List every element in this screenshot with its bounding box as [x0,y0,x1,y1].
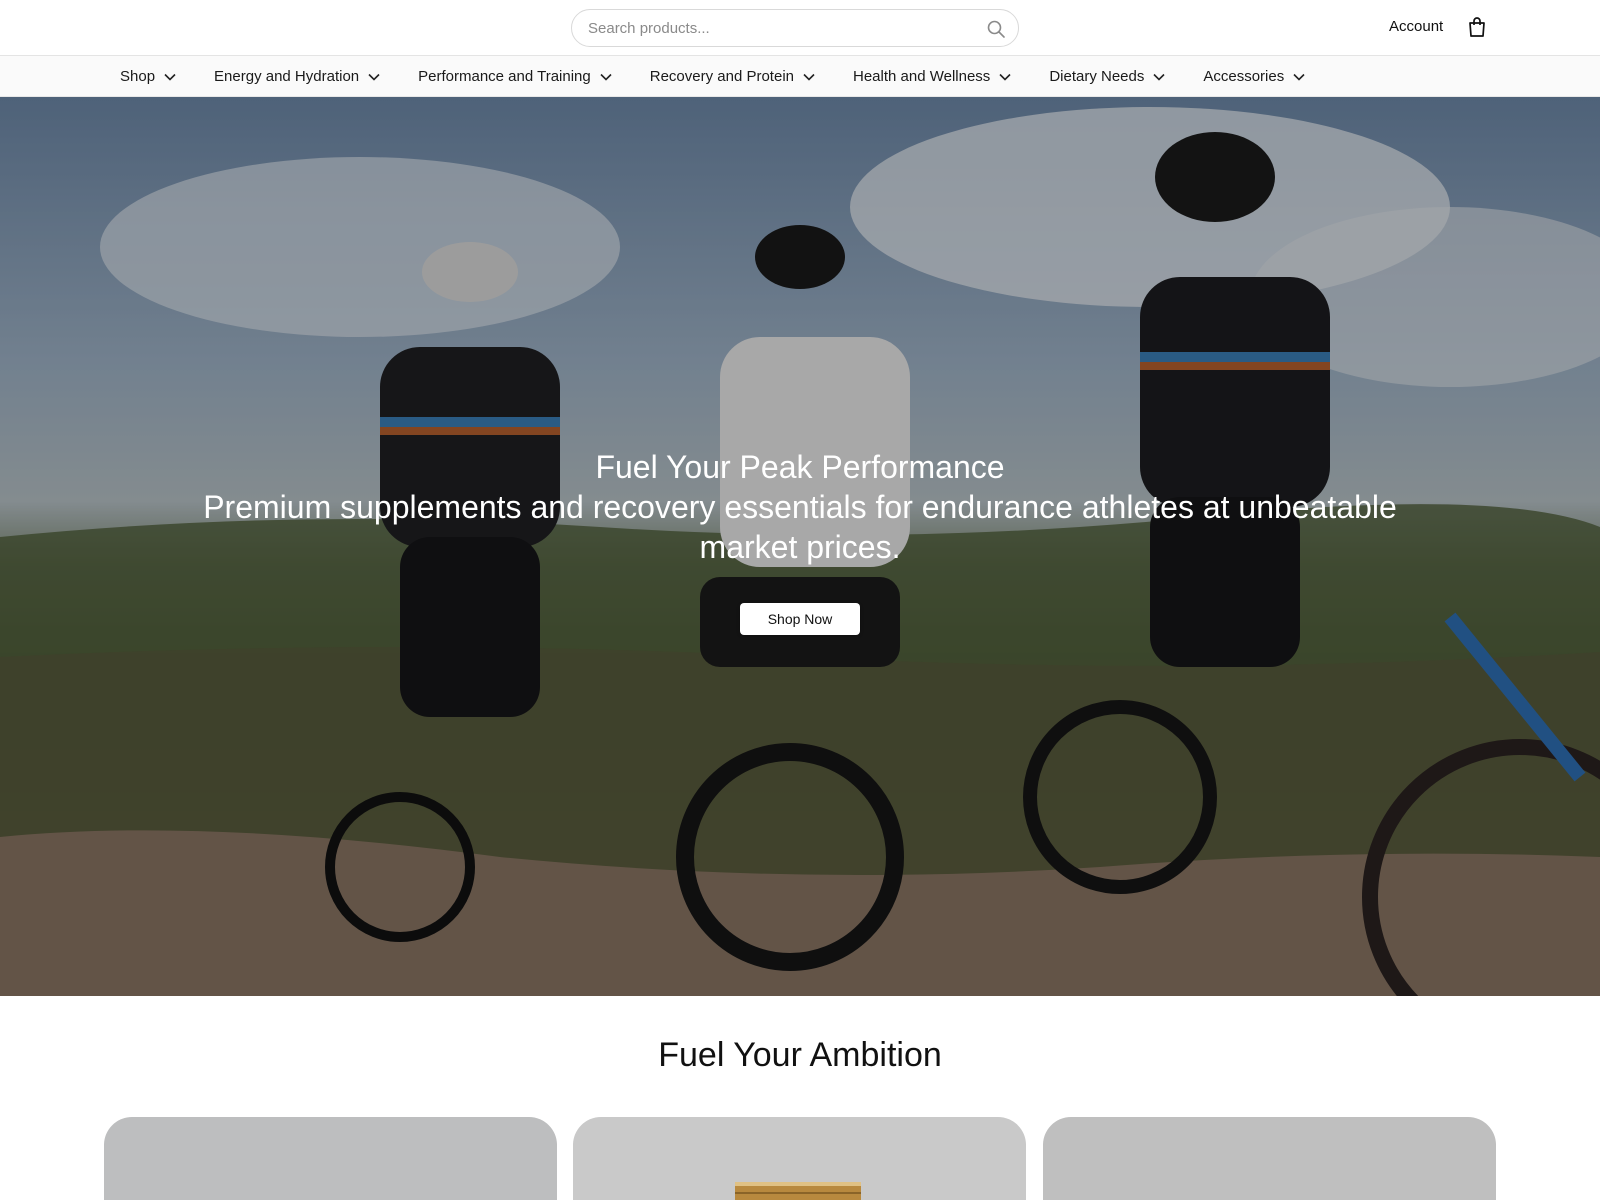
search-box[interactable] [571,9,1019,47]
section-title: Fuel Your Ambition [658,1036,942,1074]
nav-item-health-wellness[interactable]: Health and Wellness [853,68,1011,85]
product-card[interactable] [104,1117,557,1200]
hero-text: Fuel Your Peak Performance Premium suppl… [0,447,1600,567]
search-input[interactable] [588,10,968,46]
nav-item-shop[interactable]: Shop [120,68,176,85]
chevron-down-icon [803,73,815,81]
chevron-down-icon [1293,73,1305,81]
nav-item-label: Performance and Training [418,68,591,85]
nav-item-label: Health and Wellness [853,68,991,85]
category-nav: Shop Energy and Hydration Performance an… [0,56,1600,97]
chevron-down-icon [1153,73,1165,81]
nav-item-label: Accessories [1203,68,1285,85]
hero-banner: Fuel Your Peak Performance Premium suppl… [0,97,1600,996]
hero-subtitle: Premium supplements and recovery essenti… [203,489,1397,565]
chevron-down-icon [164,73,176,81]
chevron-down-icon [999,73,1011,81]
search-icon[interactable] [986,19,1006,39]
nav-item-energy-hydration[interactable]: Energy and Hydration [214,68,380,85]
chevron-down-icon [368,73,380,81]
nav-item-dietary-needs[interactable]: Dietary Needs [1049,68,1165,85]
top-header: Account [0,0,1600,56]
nav-item-label: Dietary Needs [1049,68,1145,85]
nav-item-label: Shop [120,68,156,85]
shop-now-button[interactable]: Shop Now [740,603,860,635]
product-card[interactable] [1043,1117,1496,1200]
chevron-down-icon [600,73,612,81]
nav-item-accessories[interactable]: Accessories [1203,68,1305,85]
shopping-bag-icon[interactable] [1467,16,1487,38]
nav-item-label: Energy and Hydration [214,68,360,85]
product-card[interactable] [573,1117,1026,1200]
nav-item-recovery-protein[interactable]: Recovery and Protein [650,68,815,85]
account-link[interactable]: Account [1389,18,1443,35]
product-jar-image [735,1182,861,1200]
hero-title: Fuel Your Peak Performance [595,449,1005,485]
nav-item-performance-training[interactable]: Performance and Training [418,68,612,85]
nav-item-label: Recovery and Protein [649,68,794,85]
